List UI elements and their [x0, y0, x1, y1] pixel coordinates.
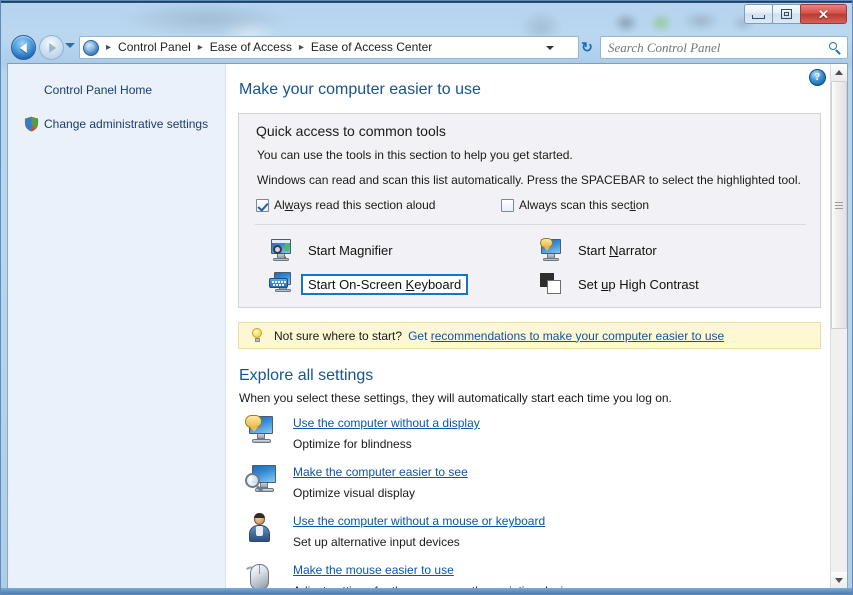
client-area: Control Panel Home Change administrative… — [7, 63, 848, 590]
setting-row-make-computer-easier-to-see[interactable]: Make the computer easier to see Optimize… — [245, 463, 805, 511]
sidebar-item-change-administrative-settings[interactable]: Change administrative settings — [44, 117, 208, 131]
forward-button[interactable] — [39, 35, 64, 60]
vertical-scrollbar[interactable] — [830, 64, 847, 589]
explore-all-settings-title: Explore all settings — [239, 367, 374, 384]
setting-link-0[interactable]: Use the computer without a display — [293, 416, 480, 430]
window-frame: ✕ ▸ Control Panel ▸ Ease of Access ▸ Eas… — [0, 0, 853, 595]
breadcrumb-item-ease-of-access[interactable]: Ease of Access — [208, 37, 294, 58]
sidebar-item-control-panel-home[interactable]: Control Panel Home — [44, 83, 152, 97]
breadcrumb-item-control-panel[interactable]: Control Panel — [116, 37, 193, 58]
quick-access-description-2: Windows can read and scan this list auto… — [257, 173, 801, 187]
close-icon: ✕ — [818, 6, 829, 22]
breadcrumb-separator-2: ▸ — [298, 42, 304, 53]
checkbox-label-read-aloud: Always read this section aloud — [274, 198, 436, 212]
breadcrumb-item-ease-of-access-center[interactable]: Ease of Access Center — [309, 37, 434, 58]
scroll-down-button[interactable] — [831, 572, 847, 589]
high-contrast-icon — [539, 272, 563, 296]
explore-all-settings-subtitle: When you select these settings, they wil… — [239, 391, 672, 405]
tip-text: Not sure where to start? — [274, 328, 403, 343]
scrollbar-grip-icon — [835, 200, 843, 211]
tip-link-get-recommendations[interactable]: Get recommendations to make your compute… — [408, 329, 724, 343]
restore-icon — [781, 9, 792, 19]
setting-link-1[interactable]: Make the computer easier to see — [293, 465, 468, 479]
window-caption-buttons: ✕ — [744, 4, 847, 24]
minimize-button[interactable] — [744, 4, 773, 24]
help-icon[interactable]: ? — [809, 69, 826, 86]
quick-access-panel: Quick access to common tools You can use… — [238, 113, 821, 308]
person-icon — [245, 513, 275, 543]
tool-label-set-up-high-contrast: Set up High Contrast — [578, 276, 699, 292]
tool-label-start-on-screen-keyboard: Start On-Screen Keyboard — [301, 273, 469, 295]
lightbulb-icon — [250, 327, 264, 344]
narrator-icon — [539, 238, 563, 262]
content-pane: ? Make your computer easier to use Quick… — [227, 64, 832, 589]
setting-row-use-computer-without-display[interactable]: Use the computer without a display Optim… — [245, 414, 805, 462]
back-button[interactable] — [11, 35, 36, 60]
page-title: Make your computer easier to use — [239, 81, 481, 98]
control-panel-icon — [83, 39, 99, 56]
checkbox-label-scan-section: Always scan this section — [519, 198, 650, 212]
checkbox-box-read-aloud[interactable] — [256, 198, 269, 212]
close-button[interactable]: ✕ — [800, 4, 847, 24]
tool-set-up-high-contrast[interactable]: Set up High Contrast — [539, 272, 706, 296]
search-input[interactable] — [601, 38, 825, 57]
quick-access-description-1: You can use the tools in this section to… — [257, 148, 573, 162]
recommendation-tip-bar: Not sure where to start? Get recommendat… — [238, 322, 821, 349]
setting-row-make-mouse-easier-to-use[interactable]: Make the mouse easier to use Adjust sett… — [245, 561, 805, 589]
window-bottom-edge — [1, 588, 852, 594]
mouse-icon — [245, 562, 275, 589]
sidebar: Control Panel Home Change administrative… — [8, 64, 226, 589]
tool-start-magnifier[interactable]: Start Magnifier — [269, 238, 400, 262]
arrow-left-icon — [19, 42, 27, 53]
restore-button[interactable] — [772, 4, 801, 24]
setting-link-2[interactable]: Use the computer without a mouse or keyb… — [293, 514, 545, 528]
chevron-up-icon — [835, 70, 843, 75]
scrollbar-thumb[interactable] — [831, 81, 847, 329]
address-toolbar: ▸ Control Panel ▸ Ease of Access ▸ Ease … — [1, 33, 852, 63]
scroll-up-button[interactable] — [831, 64, 847, 81]
refresh-icon[interactable]: ↻ — [577, 38, 597, 57]
tool-start-narrator[interactable]: Start Narrator — [539, 238, 664, 262]
checkbox-always-scan-section[interactable]: Always scan this section — [501, 198, 649, 212]
search-icon[interactable] — [825, 38, 847, 58]
display-speech-icon — [245, 415, 275, 445]
shield-icon — [24, 116, 39, 132]
magnifier-icon — [269, 238, 293, 262]
search-box[interactable] — [600, 36, 848, 59]
setting-link-3[interactable]: Make the mouse easier to use — [293, 563, 454, 577]
breadcrumb-separator-1: ▸ — [197, 42, 203, 53]
arrow-right-icon — [48, 42, 56, 53]
checkbox-always-read-aloud[interactable]: Always read this section aloud — [256, 198, 435, 212]
chevron-down-icon[interactable] — [65, 43, 75, 48]
breadcrumb-dropdown-icon[interactable] — [546, 46, 554, 50]
tool-start-on-screen-keyboard[interactable]: Start On-Screen Keyboard — [269, 272, 469, 296]
minimize-icon — [752, 14, 765, 19]
tool-label-start-narrator: Start Narrator — [578, 242, 657, 258]
setting-desc-1: Optimize visual display — [293, 486, 416, 500]
checkbox-box-scan-section[interactable] — [501, 198, 514, 212]
on-screen-keyboard-icon — [269, 272, 293, 296]
chevron-down-icon — [835, 578, 843, 583]
breadcrumb-separator-0: ▸ — [106, 42, 112, 53]
setting-row-use-computer-without-mouse-or-keyboard[interactable]: Use the computer without a mouse or keyb… — [245, 512, 805, 560]
quick-access-title: Quick access to common tools — [256, 123, 446, 139]
setting-desc-0: Optimize for blindness — [293, 437, 412, 451]
breadcrumb[interactable]: ▸ Control Panel ▸ Ease of Access ▸ Ease … — [79, 36, 579, 59]
panel-divider — [255, 224, 806, 225]
tool-label-start-magnifier: Start Magnifier — [308, 242, 393, 258]
setting-desc-2: Set up alternative input devices — [293, 535, 460, 549]
window-top-edge — [1, 1, 852, 3]
display-magnifier-icon — [245, 464, 276, 494]
